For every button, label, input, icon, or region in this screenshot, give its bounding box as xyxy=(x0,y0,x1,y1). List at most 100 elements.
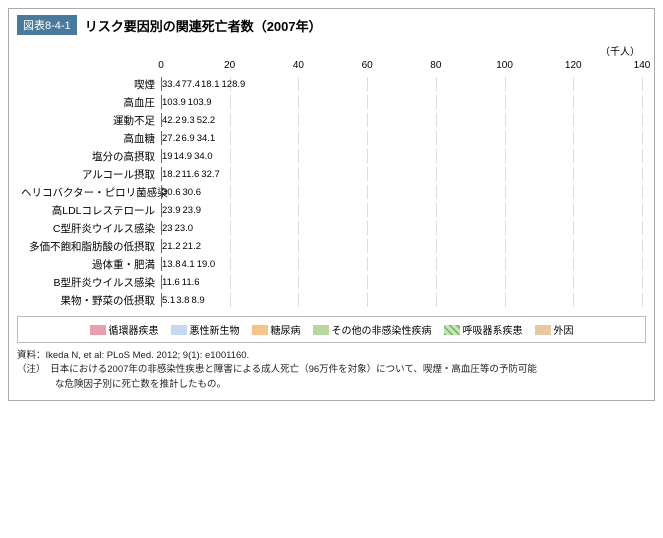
legend-color-respiratory xyxy=(444,325,460,335)
legend-label-cardiovascular: 循環器疾患 xyxy=(109,322,159,337)
tick-40: 40 xyxy=(293,60,304,71)
bar-row-2: 運動不足42.29.352.2 xyxy=(21,112,642,128)
bar-row-1: 高血圧103.9103.9 xyxy=(21,94,642,110)
figure-label: 図表8-4-1 xyxy=(17,15,77,35)
bar-container-5: 18.211.632.7 xyxy=(161,167,642,181)
chart-container: 図表8-4-1 リスク要因別の関連死亡者数（2007年） （千人） 0 20 4… xyxy=(8,8,655,401)
bar-row-8: C型肝炎ウイルス感染2323.0 xyxy=(21,220,642,236)
tick-120: 120 xyxy=(565,60,582,71)
bar-container-12: 5.13.88.9 xyxy=(161,293,642,307)
segment-label-5-0: 18.2 xyxy=(162,169,181,180)
bar-label-7: 高LDLコレステロール xyxy=(21,203,161,218)
bar-container-6: 30.630.6 xyxy=(161,185,642,199)
bar-label-10: 過体重・肥満 xyxy=(21,257,161,272)
legend-respiratory: 呼吸器系疾患 xyxy=(444,322,523,337)
segment-label-8-0: 23 xyxy=(162,223,173,234)
bar-container-3: 27.26.934.1 xyxy=(161,131,642,145)
note-source: 資料：Ikeda N, et al: PLoS Med. 2012; 9(1):… xyxy=(17,349,646,363)
segment-label-10-0: 13.8 xyxy=(162,259,181,270)
bar-container-9: 21.221.2 xyxy=(161,239,642,253)
segment-label-5-1: 11.6 xyxy=(182,169,200,180)
bar-row-6: ヘリコバクター・ピロリ菌感染30.630.6 xyxy=(21,184,642,200)
segment-label-1-0: 103.9 xyxy=(162,97,186,108)
legend-other: その他の非感染性疾病 xyxy=(313,322,432,337)
legend-label-diabetes: 糖尿病 xyxy=(271,322,301,337)
total-label-8: 23.0 xyxy=(175,223,194,234)
legend-color-external xyxy=(535,325,551,335)
tick-100: 100 xyxy=(496,60,513,71)
chart-area: （千人） 0 20 40 60 80 100 120 140 喫煙33.477.… xyxy=(17,43,646,310)
segment-label-6-0: 30.6 xyxy=(162,187,181,198)
total-label-12: 8.9 xyxy=(191,295,204,306)
total-label-5: 32.7 xyxy=(201,169,220,180)
bar-label-0: 喫煙 xyxy=(21,77,161,92)
tick-20: 20 xyxy=(224,60,235,71)
segment-label-12-0: 5.1 xyxy=(162,295,175,306)
figure-title: リスク要因別の関連死亡者数（2007年） xyxy=(85,16,322,35)
bar-label-1: 高血圧 xyxy=(21,95,161,110)
segment-label-7-0: 23.9 xyxy=(162,205,181,216)
bar-row-7: 高LDLコレステロール23.923.9 xyxy=(21,202,642,218)
legend-color-other xyxy=(313,325,329,335)
bars-area: 喫煙33.477.418.1128.9高血圧103.9103.9運動不足42.2… xyxy=(21,76,642,310)
legend-color-diabetes xyxy=(252,325,268,335)
bar-label-12: 果物・野菜の低摂取 xyxy=(21,293,161,308)
segment-label-3-0: 27.2 xyxy=(162,133,181,144)
bar-label-4: 塩分の高摂取 xyxy=(21,149,161,164)
bar-container-4: 1914.934.0 xyxy=(161,149,642,163)
legend-cardiovascular: 循環器疾患 xyxy=(90,322,159,337)
tick-60: 60 xyxy=(362,60,373,71)
bar-row-0: 喫煙33.477.418.1128.9 xyxy=(21,76,642,92)
total-label-0: 128.9 xyxy=(222,79,246,90)
axis-row: 0 20 40 60 80 100 120 140 xyxy=(161,60,642,74)
segment-label-12-1: 3.8 xyxy=(176,295,189,306)
legend-label-external: 外因 xyxy=(554,322,574,337)
bar-container-0: 33.477.418.1128.9 xyxy=(161,77,642,91)
legend-label-other: その他の非感染性疾病 xyxy=(332,322,432,337)
bar-row-4: 塩分の高摂取1914.934.0 xyxy=(21,148,642,164)
bar-row-3: 高血糖27.26.934.1 xyxy=(21,130,642,146)
tick-0: 0 xyxy=(158,60,164,71)
tick-140: 140 xyxy=(634,60,651,71)
total-label-2: 52.2 xyxy=(197,115,216,126)
segment-label-0-1: 77.4 xyxy=(182,79,201,90)
bar-label-8: C型肝炎ウイルス感染 xyxy=(21,221,161,236)
total-label-9: 21.2 xyxy=(183,241,202,252)
legend-label-malignant: 悪性新生物 xyxy=(190,322,240,337)
segment-label-0-0: 33.4 xyxy=(162,79,181,90)
segment-label-11-0: 11.6 xyxy=(162,277,180,288)
bar-row-12: 果物・野菜の低摂取5.13.88.9 xyxy=(21,292,642,308)
bar-row-11: B型肝炎ウイルス感染11.611.6 xyxy=(21,274,642,290)
segment-label-3-1: 6.9 xyxy=(182,133,195,144)
segment-label-4-0: 19 xyxy=(162,151,173,162)
bar-label-6: ヘリコバクター・ピロリ菌感染 xyxy=(21,185,161,200)
segment-label-9-0: 21.2 xyxy=(162,241,181,252)
total-label-10: 19.0 xyxy=(197,259,216,270)
legend-external: 外因 xyxy=(535,322,574,337)
segment-label-4-1: 14.9 xyxy=(174,151,193,162)
bar-label-11: B型肝炎ウイルス感染 xyxy=(21,275,161,290)
bar-label-3: 高血糖 xyxy=(21,131,161,146)
notes-area: 資料：Ikeda N, et al: PLoS Med. 2012; 9(1):… xyxy=(17,349,646,392)
total-label-11: 11.6 xyxy=(182,277,200,288)
segment-label-0-2: 18.1 xyxy=(201,79,220,90)
total-label-3: 34.1 xyxy=(197,133,216,144)
bar-container-1: 103.9103.9 xyxy=(161,95,642,109)
segment-label-2-1: 9.3 xyxy=(182,115,195,126)
legend-area: 循環器疾患 悪性新生物 糖尿病 その他の非感染性疾病 呼吸器系疾患 外因 xyxy=(17,316,646,343)
total-label-7: 23.9 xyxy=(183,205,202,216)
bar-row-5: アルコール摂取18.211.632.7 xyxy=(21,166,642,182)
segment-label-2-0: 42.2 xyxy=(162,115,181,126)
segment-label-10-1: 4.1 xyxy=(182,259,195,270)
bar-container-8: 2323.0 xyxy=(161,221,642,235)
bar-container-2: 42.29.352.2 xyxy=(161,113,642,127)
bar-container-11: 11.611.6 xyxy=(161,275,642,289)
bar-label-2: 運動不足 xyxy=(21,113,161,128)
legend-malignant: 悪性新生物 xyxy=(171,322,240,337)
bar-container-10: 13.84.119.0 xyxy=(161,257,642,271)
legend-color-malignant xyxy=(171,325,187,335)
tick-80: 80 xyxy=(430,60,441,71)
legend-diabetes: 糖尿病 xyxy=(252,322,301,337)
bar-row-9: 多価不飽和脂肪酸の低摂取21.221.2 xyxy=(21,238,642,254)
total-label-1: 103.9 xyxy=(188,97,212,108)
